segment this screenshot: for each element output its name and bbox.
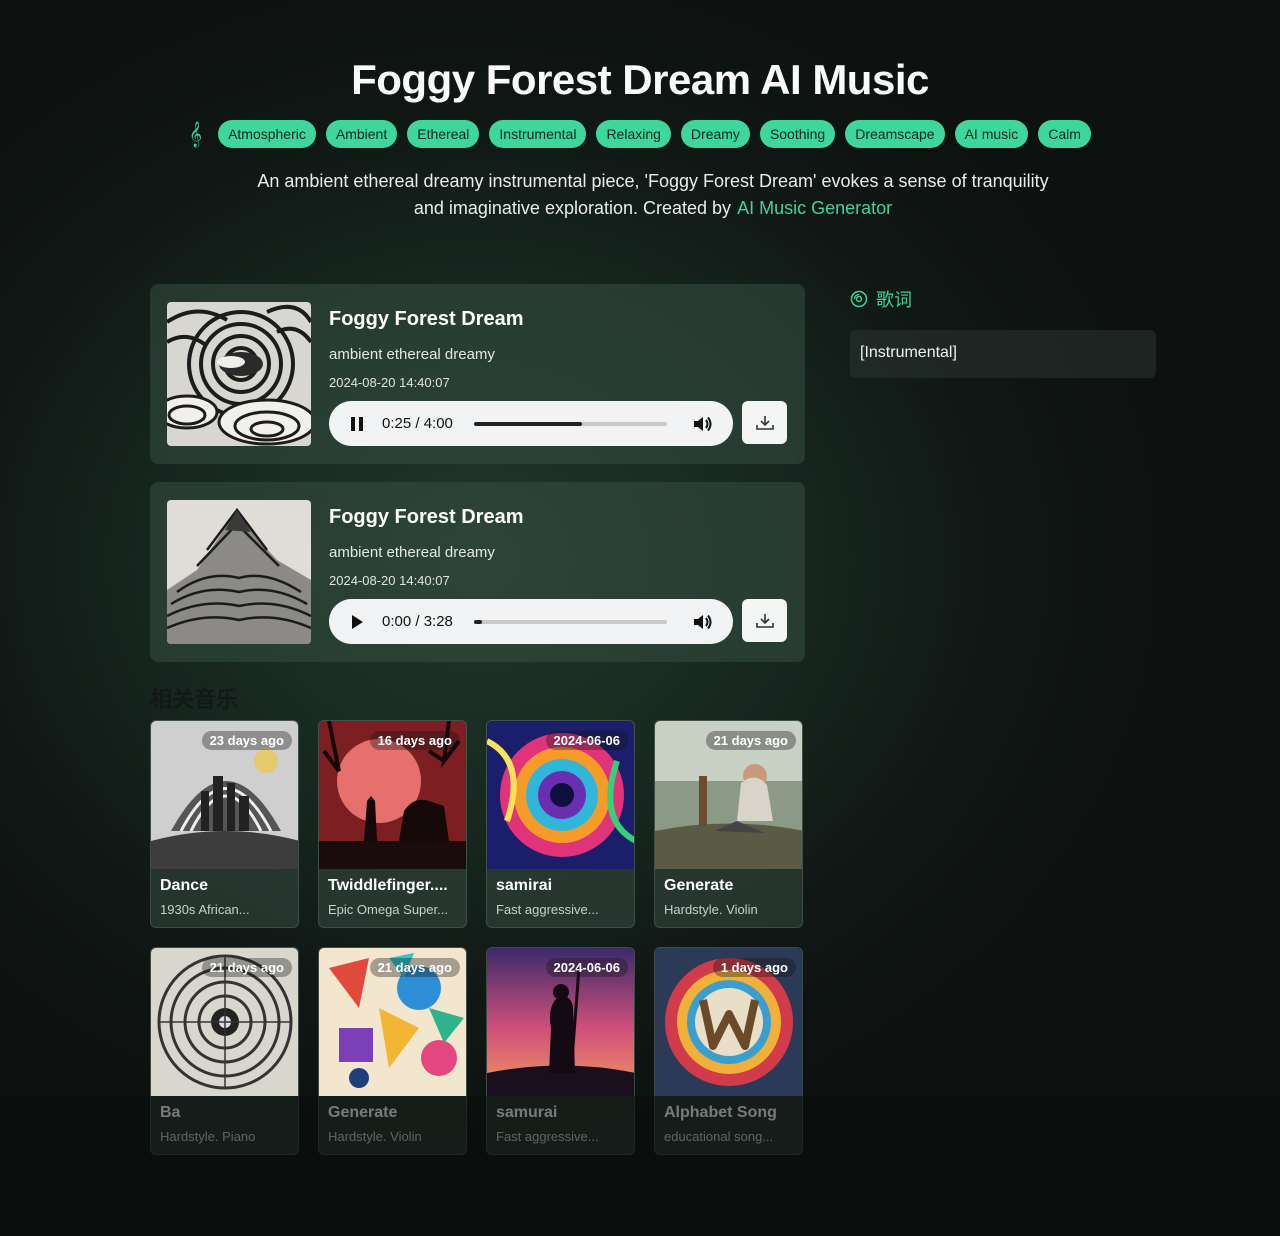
related-track-card[interactable]: 2024-06-06 samurai Fast aggressive... bbox=[486, 947, 635, 1155]
related-track-title: Twiddlefinger.... bbox=[328, 877, 448, 894]
related-track-title: Generate bbox=[328, 1104, 398, 1121]
pause-icon[interactable] bbox=[349, 416, 365, 431]
tag-atmospheric[interactable]: Atmospheric bbox=[218, 120, 316, 148]
related-track-subtitle: educational song... bbox=[664, 1129, 774, 1144]
seek-bar[interactable] bbox=[474, 619, 667, 624]
tag-instrumental[interactable]: Instrumental bbox=[489, 120, 587, 148]
seek-bar-progress bbox=[474, 619, 482, 624]
description-line-1: An ambient ethereal dreamy instrumental … bbox=[257, 171, 1049, 191]
description-line-2: and imaginative exploration. Created by bbox=[413, 198, 732, 218]
tag-dreamscape[interactable]: Dreamscape bbox=[845, 120, 945, 148]
related-track-subtitle: Epic Omega Super... bbox=[328, 902, 448, 917]
track-title: Foggy Forest Dream bbox=[329, 506, 524, 528]
related-track-card[interactable]: 23 days ago Dance 1930s African... bbox=[150, 720, 299, 928]
related-track-card[interactable]: 21 days ago Generate Hardstyle. Violin bbox=[318, 947, 467, 1155]
related-track-subtitle: Hardstyle. Violin bbox=[664, 902, 758, 917]
related-track-card[interactable]: 1 days ago Alphabet Song educational son… bbox=[654, 947, 803, 1155]
audio-player: 0:25 / 4:00 bbox=[329, 401, 733, 446]
related-track-title: Alphabet Song bbox=[664, 1104, 777, 1121]
related-music-heading: 相关音乐 bbox=[150, 687, 239, 712]
ai-music-generator-link[interactable]: AI Music Generator bbox=[737, 198, 892, 218]
related-track-subtitle: Fast aggressive... bbox=[496, 1129, 599, 1144]
track-title: Foggy Forest Dream bbox=[329, 308, 524, 330]
download-icon bbox=[755, 613, 774, 628]
related-track-date-badge: 21 days ago bbox=[201, 958, 292, 977]
track-card: Foggy Forest Dream ambient ethereal drea… bbox=[150, 284, 805, 464]
lyrics-content: [Instrumental] bbox=[850, 330, 1156, 378]
volume-icon[interactable] bbox=[694, 416, 712, 432]
related-track-card[interactable]: 21 days ago Ba Hardstyle. Piano bbox=[150, 947, 299, 1155]
disc-icon bbox=[850, 290, 868, 308]
track-cover-image bbox=[167, 500, 311, 644]
tag-ethereal[interactable]: Ethereal bbox=[407, 120, 480, 148]
track-style: ambient ethereal dreamy bbox=[329, 544, 495, 561]
tag-calm[interactable]: Calm bbox=[1038, 120, 1091, 148]
track-style: ambient ethereal dreamy bbox=[329, 346, 495, 363]
related-track-date-badge: 2024-06-06 bbox=[545, 731, 628, 750]
related-track-subtitle: Hardstyle. Violin bbox=[328, 1129, 422, 1144]
track-cover-image bbox=[167, 302, 311, 446]
download-button[interactable] bbox=[742, 599, 787, 642]
track-date: 2024-08-20 14:40:07 bbox=[329, 375, 450, 390]
related-track-subtitle: 1930s African... bbox=[160, 902, 250, 917]
related-track-date-badge: 2024-06-06 bbox=[545, 958, 628, 977]
playback-time: 0:00 / 3:28 bbox=[382, 613, 453, 630]
audio-player: 0:00 / 3:28 bbox=[329, 599, 733, 644]
related-track-date-badge: 21 days ago bbox=[705, 731, 796, 750]
tag-soothing[interactable]: Soothing bbox=[759, 120, 836, 148]
lyrics-heading: 歌词 bbox=[850, 286, 912, 312]
volume-icon[interactable] bbox=[694, 614, 712, 630]
related-track-card[interactable]: 21 days ago Generate Hardstyle. Violin bbox=[654, 720, 803, 928]
related-track-subtitle: Hardstyle. Piano bbox=[160, 1129, 256, 1144]
track-date: 2024-08-20 14:40:07 bbox=[329, 573, 450, 588]
download-icon bbox=[755, 415, 774, 430]
music-clef-icon: 𝄞 bbox=[189, 121, 203, 146]
play-icon[interactable] bbox=[349, 614, 365, 629]
related-track-title: Generate bbox=[664, 877, 734, 894]
related-track-subtitle: Fast aggressive... bbox=[496, 902, 599, 917]
related-track-date-badge: 21 days ago bbox=[369, 958, 460, 977]
related-track-card[interactable]: 16 days ago Twiddlefinger.... Epic Omega… bbox=[318, 720, 467, 928]
page-title: Foggy Forest Dream AI Music bbox=[351, 56, 929, 103]
tag-ai-music[interactable]: AI music bbox=[954, 120, 1029, 148]
related-track-title: Dance bbox=[160, 877, 209, 894]
related-track-date-badge: 16 days ago bbox=[369, 731, 460, 750]
related-track-date-badge: 1 days ago bbox=[712, 958, 796, 977]
page-description: An ambient ethereal dreamy instrumental … bbox=[220, 168, 1086, 222]
tag-ambient[interactable]: Ambient bbox=[325, 120, 398, 148]
tag-relaxing[interactable]: Relaxing bbox=[596, 120, 671, 148]
related-track-title: samirai bbox=[496, 877, 553, 894]
related-track-card[interactable]: 2024-06-06 samirai Fast aggressive... bbox=[486, 720, 635, 928]
lyrics-heading-label: 歌词 bbox=[876, 290, 912, 310]
download-button[interactable] bbox=[742, 401, 787, 444]
tag-dreamy[interactable]: Dreamy bbox=[680, 120, 750, 148]
seek-bar-progress bbox=[474, 421, 583, 426]
track-card: Foggy Forest Dream ambient ethereal drea… bbox=[150, 482, 805, 662]
playback-time: 0:25 / 4:00 bbox=[382, 415, 453, 432]
related-track-date-badge: 23 days ago bbox=[201, 731, 292, 750]
seek-bar[interactable] bbox=[474, 421, 667, 426]
related-track-title: samurai bbox=[496, 1104, 558, 1121]
tags-row: 𝄞 Atmospheric Ambient Ethereal Instrumen… bbox=[0, 120, 1280, 148]
related-track-title: Ba bbox=[160, 1104, 181, 1121]
